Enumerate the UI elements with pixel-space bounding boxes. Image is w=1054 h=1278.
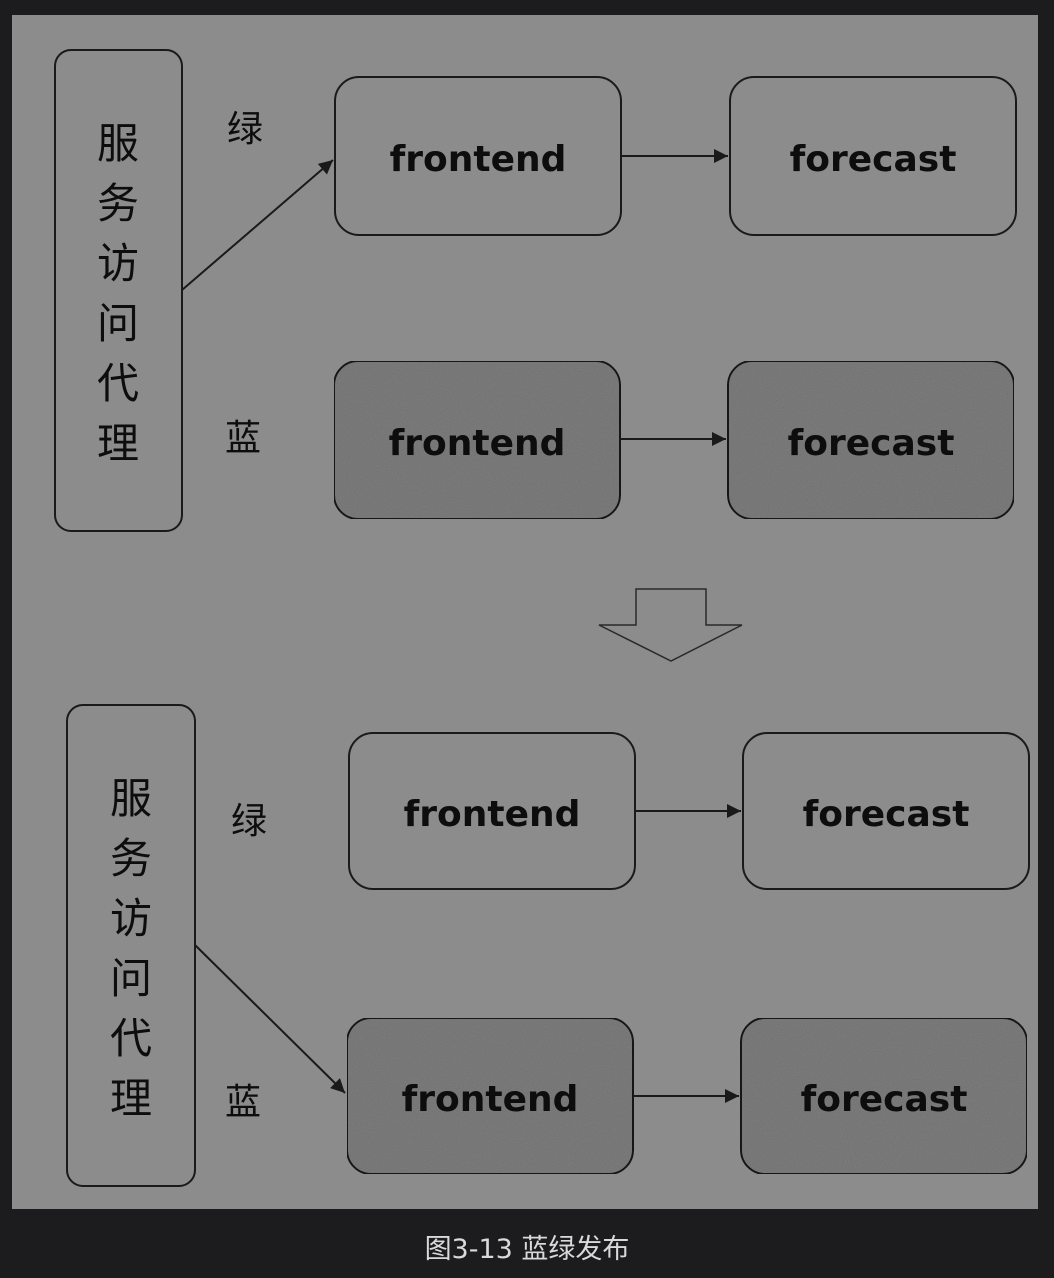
green-frontend-label: frontend <box>390 139 567 180</box>
blue-label: 蓝 <box>225 418 261 459</box>
blue-frontend-label: frontend <box>402 1079 579 1120</box>
proxy-char: 理 <box>97 419 139 468</box>
blue-green-deployment-diagram: 服 务 访 问 代 理 绿 蓝 frontend forecast fronte… <box>12 15 1038 1209</box>
blue-forecast-label: forecast <box>788 423 955 464</box>
blue-label: 蓝 <box>225 1082 261 1123</box>
green-frontend-label: frontend <box>404 794 581 835</box>
green-label: 绿 <box>231 801 267 842</box>
proxy-char: 理 <box>110 1074 152 1123</box>
proxy-char: 务 <box>97 179 139 228</box>
proxy-char: 代 <box>97 359 139 408</box>
blue-frontend-label: frontend <box>389 423 566 464</box>
proxy-char: 务 <box>110 834 152 883</box>
proxy-char: 代 <box>110 1014 152 1063</box>
page: 服 务 访 问 代 理 绿 蓝 frontend forecast fronte… <box>0 0 1054 1278</box>
green-forecast-label: forecast <box>790 139 957 180</box>
proxy-char: 服 <box>110 774 152 823</box>
proxy-char: 访 <box>110 894 152 943</box>
green-label: 绿 <box>227 109 263 150</box>
green-forecast-label: forecast <box>803 794 970 835</box>
proxy-char: 服 <box>97 119 139 168</box>
proxy-char: 问 <box>110 954 152 1003</box>
proxy-char: 访 <box>97 239 139 288</box>
blue-forecast-label: forecast <box>801 1079 968 1120</box>
figure-caption: 图3-13 蓝绿发布 <box>424 1234 630 1265</box>
proxy-char: 问 <box>97 299 139 348</box>
